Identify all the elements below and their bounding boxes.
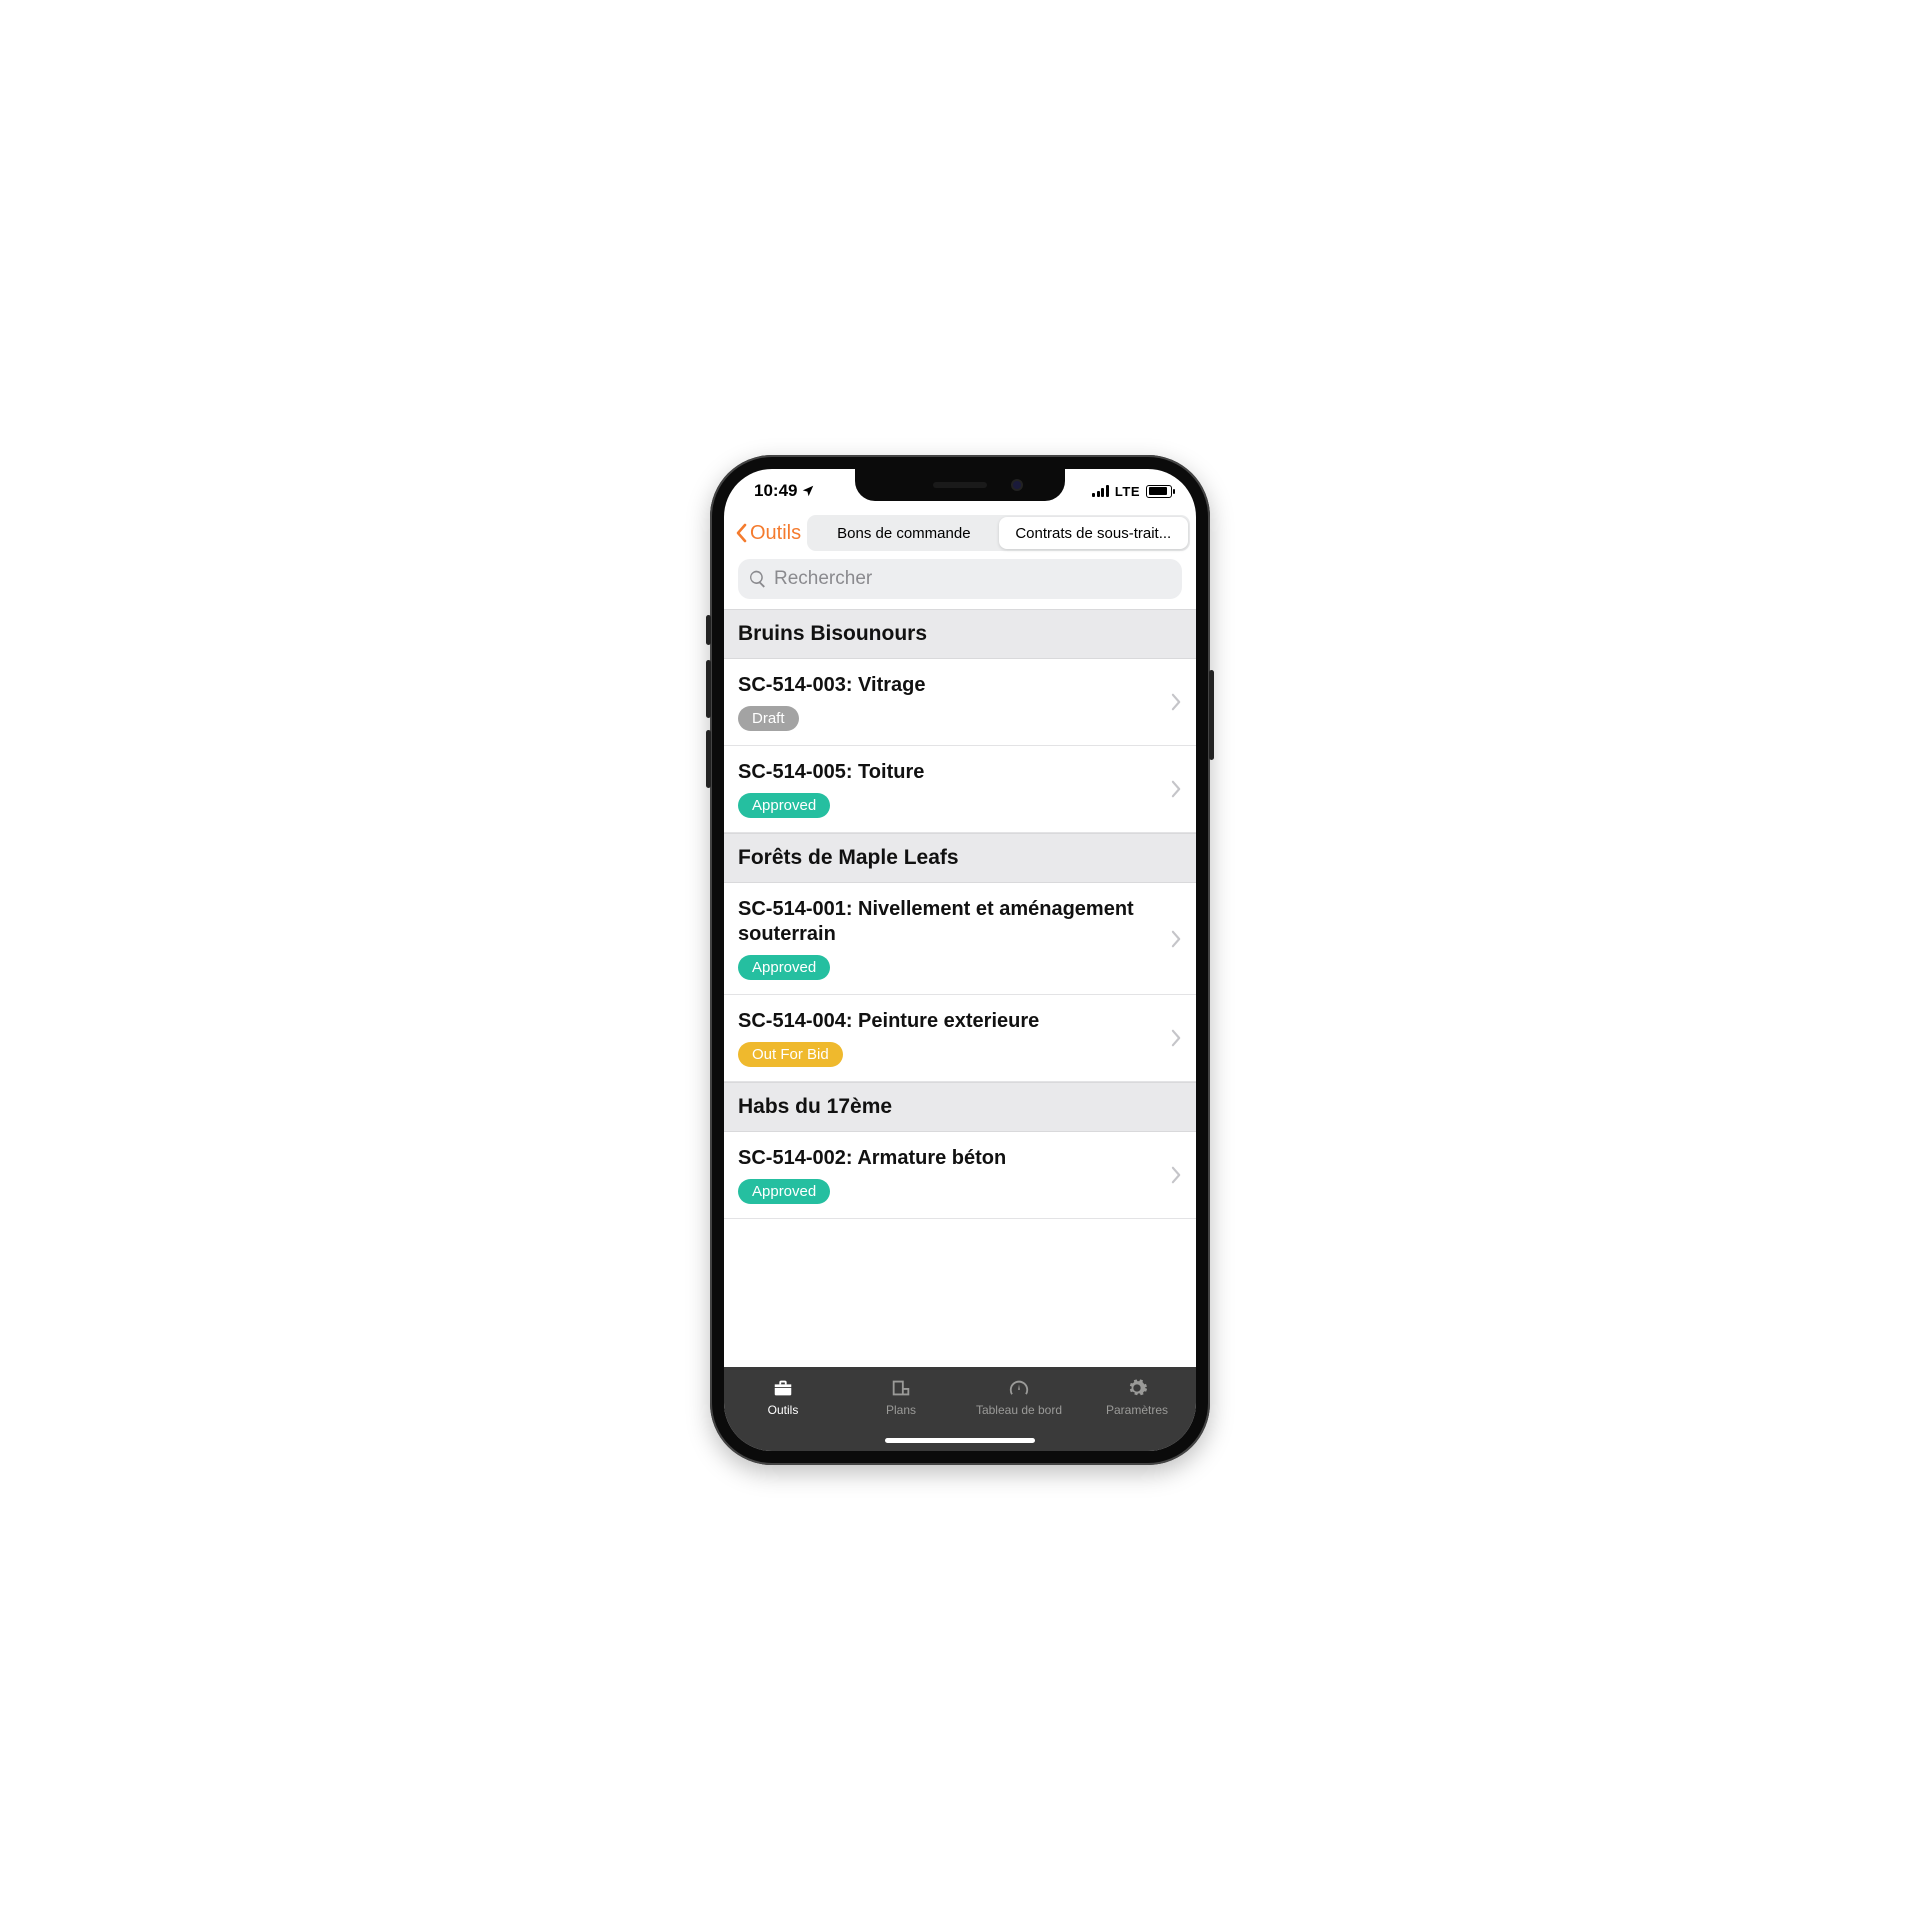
tab-dashboard[interactable]: Tableau de bord: [960, 1377, 1078, 1417]
section-header: Bruins Bisounours: [724, 609, 1196, 659]
list-item[interactable]: SC-514-003: Vitrage Draft: [724, 659, 1196, 746]
toolbox-icon: [770, 1377, 796, 1399]
gauge-icon: [1006, 1377, 1032, 1399]
list-item-body: SC-514-002: Armature béton Approved: [738, 1146, 1163, 1204]
tab-plans[interactable]: Plans: [842, 1377, 960, 1417]
search-icon: [748, 569, 768, 589]
list-item[interactable]: SC-514-002: Armature béton Approved: [724, 1132, 1196, 1219]
segment-purchase-orders[interactable]: Bons de commande: [809, 517, 998, 549]
gear-icon: [1124, 1377, 1150, 1399]
list-item-title: SC-514-004: Peinture exterieure: [738, 1009, 1163, 1034]
tab-settings[interactable]: Paramètres: [1078, 1377, 1196, 1417]
chevron-right-icon: [1163, 930, 1182, 948]
list-item-title: SC-514-001: Nivellement et aménagement s…: [738, 897, 1163, 947]
status-bar-right: LTE: [1092, 484, 1172, 499]
list-item-title: SC-514-005: Toiture: [738, 760, 1163, 785]
phone-volume-down: [706, 730, 711, 788]
tab-label: Plans: [886, 1403, 916, 1417]
battery-icon: [1146, 485, 1172, 498]
chevron-right-icon: [1163, 1166, 1182, 1184]
phone-screen: 10:49 LTE Outils Bons de commande: [724, 469, 1196, 1451]
list-item[interactable]: SC-514-005: Toiture Approved: [724, 746, 1196, 833]
list-item-body: SC-514-004: Peinture exterieure Out For B…: [738, 1009, 1163, 1067]
home-indicator[interactable]: [885, 1438, 1035, 1443]
phone-frame: 10:49 LTE Outils Bons de commande: [710, 455, 1210, 1465]
chevron-left-icon: [734, 523, 748, 543]
phone-speaker: [933, 482, 987, 488]
list-item[interactable]: SC-514-001: Nivellement et aménagement s…: [724, 883, 1196, 995]
phone-notch: [855, 469, 1065, 501]
chevron-right-icon: [1163, 780, 1182, 798]
tab-label: Paramètres: [1106, 1403, 1168, 1417]
section-header: Habs du 17ème: [724, 1082, 1196, 1132]
blueprint-icon: [888, 1377, 914, 1399]
tab-tools[interactable]: Outils: [724, 1377, 842, 1417]
back-button[interactable]: Outils: [730, 522, 801, 545]
search-container: Rechercher: [724, 559, 1196, 609]
phone-mute-switch: [706, 615, 711, 645]
list-item-body: SC-514-001: Nivellement et aménagement s…: [738, 897, 1163, 980]
phone-power-button: [1209, 670, 1214, 760]
phone-front-camera: [1011, 479, 1023, 491]
list-item-title: SC-514-003: Vitrage: [738, 673, 1163, 698]
status-bar-left: 10:49: [754, 481, 815, 501]
chevron-right-icon: [1163, 1029, 1182, 1047]
status-badge: Draft: [738, 706, 799, 731]
list-content[interactable]: Bruins Bisounours SC-514-003: Vitrage Draf…: [724, 609, 1196, 1367]
status-badge: Approved: [738, 955, 830, 980]
tab-label: Tableau de bord: [976, 1403, 1062, 1417]
status-badge: Approved: [738, 793, 830, 818]
search-input[interactable]: Rechercher: [738, 559, 1182, 599]
list-item-body: SC-514-005: Toiture Approved: [738, 760, 1163, 818]
section-header: Forêts de Maple Leafs: [724, 833, 1196, 883]
tab-label: Outils: [768, 1403, 799, 1417]
status-badge: Out For Bid: [738, 1042, 843, 1067]
navigation-bar: Outils Bons de commande Contrats de sous…: [724, 513, 1196, 559]
list-item[interactable]: SC-514-004: Peinture exterieure Out For B…: [724, 995, 1196, 1082]
network-type-label: LTE: [1115, 484, 1140, 499]
list-item-title: SC-514-002: Armature béton: [738, 1146, 1163, 1171]
back-button-label: Outils: [750, 522, 801, 545]
segment-label: Bons de commande: [837, 525, 970, 542]
status-clock: 10:49: [754, 481, 797, 501]
location-icon: [801, 484, 815, 498]
chevron-right-icon: [1163, 693, 1182, 711]
status-badge: Approved: [738, 1179, 830, 1204]
search-placeholder: Rechercher: [774, 568, 872, 590]
cellular-signal-icon: [1092, 485, 1109, 497]
segment-control: Bons de commande Contrats de sous-trait.…: [807, 515, 1190, 551]
segment-label: Contrats de sous-trait...: [1015, 525, 1171, 542]
segment-subcontracts[interactable]: Contrats de sous-trait...: [999, 517, 1188, 549]
phone-volume-up: [706, 660, 711, 718]
list-item-body: SC-514-003: Vitrage Draft: [738, 673, 1163, 731]
